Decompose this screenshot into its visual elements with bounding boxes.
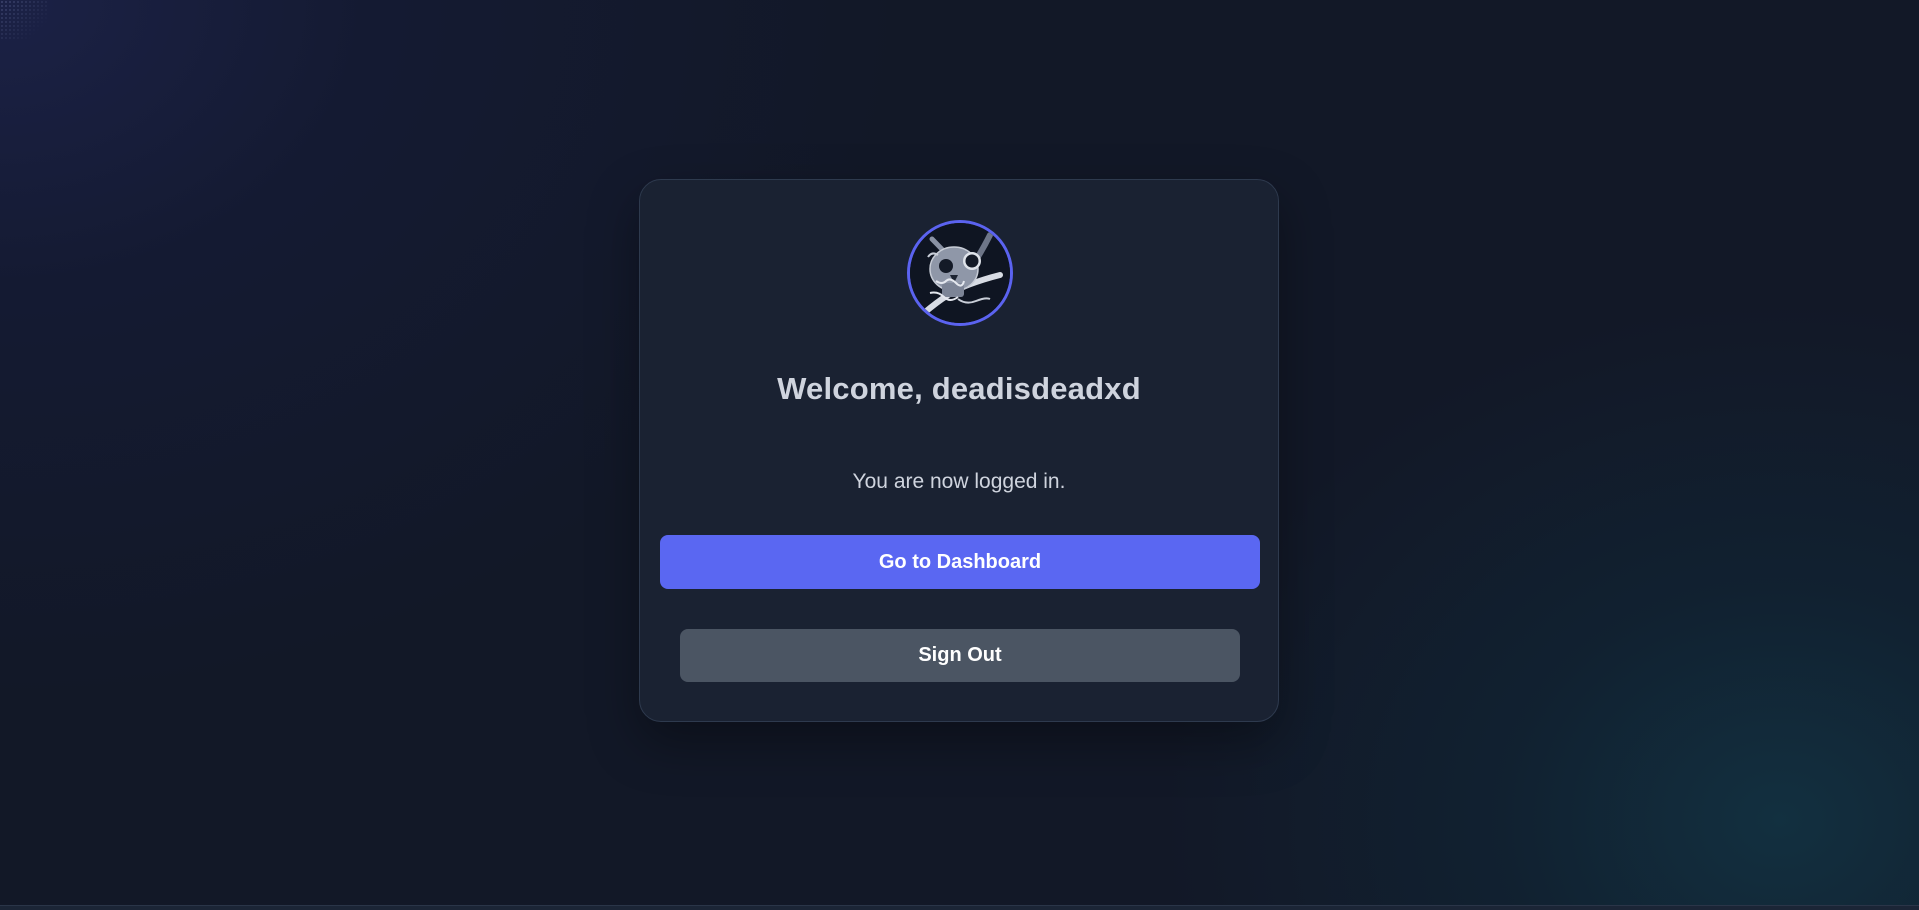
welcome-card: Welcome, deadisdeadxd You are now logged… (639, 179, 1279, 722)
sign-out-button[interactable]: Sign Out (680, 629, 1240, 682)
bottom-divider (0, 905, 1919, 910)
login-status-text: You are now logged in. (852, 470, 1066, 493)
skull-avatar-icon (910, 223, 1010, 323)
user-avatar (907, 220, 1013, 326)
go-to-dashboard-button[interactable]: Go to Dashboard (660, 535, 1260, 589)
welcome-heading: Welcome, deadisdeadxd (777, 371, 1141, 406)
background-dot-pattern (0, 0, 48, 40)
